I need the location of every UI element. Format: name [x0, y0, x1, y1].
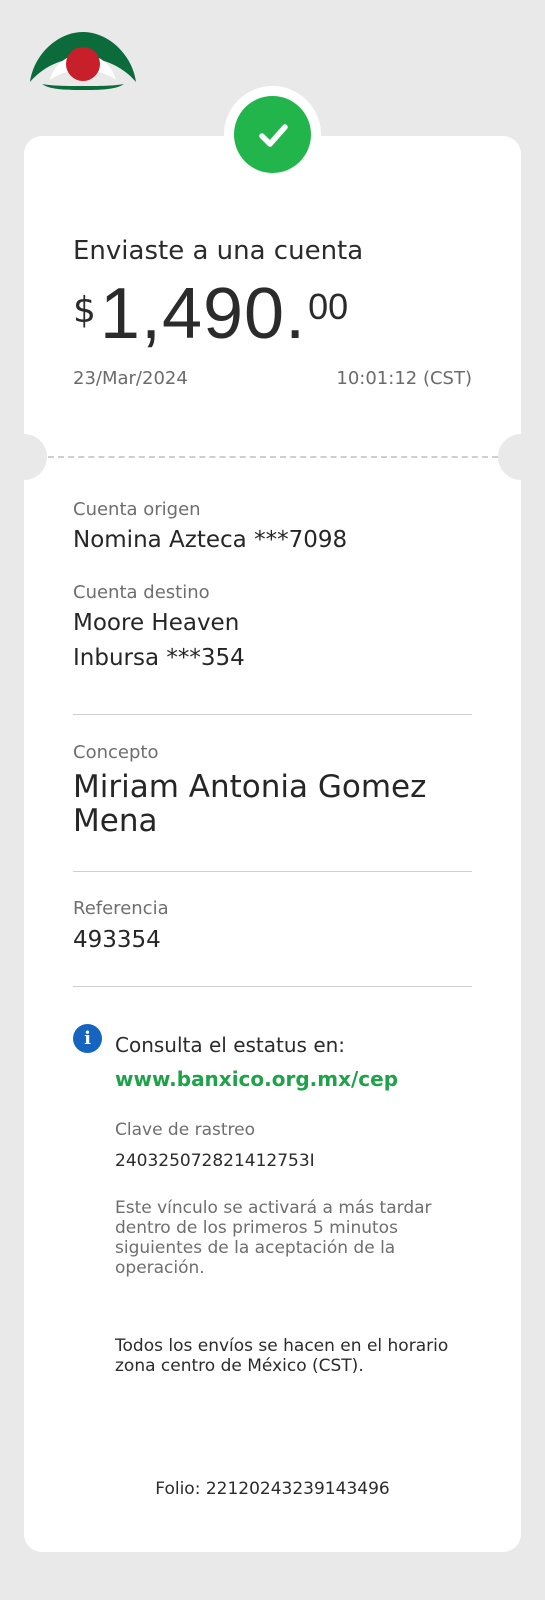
concept-label: Concepto: [73, 742, 159, 763]
currency-symbol: $: [73, 290, 96, 331]
origin-account-value: Nomina Azteca ***7098: [73, 527, 348, 553]
reference-label: Referencia: [73, 898, 169, 919]
status-consulta-text: Consulta el estatus en:: [115, 1033, 346, 1057]
origin-account-label: Cuenta origen: [73, 499, 201, 520]
tracking-key-label: Clave de rastreo: [115, 1120, 255, 1140]
amount-integer: 1,490.: [99, 274, 307, 354]
folio-number: Folio: 22120243239143496: [155, 1479, 390, 1499]
destination-account-label: Cuenta destino: [73, 582, 210, 603]
banxico-cep-link[interactable]: www.banxico.org.mx/cep: [115, 1067, 398, 1091]
ticket-notch-left: [1, 434, 47, 480]
transfer-amount: $ 1,490. 00: [73, 272, 348, 356]
divider: [73, 871, 472, 872]
tracking-key-value: 240325072821412753I: [115, 1151, 315, 1171]
destination-account-name: Moore Heaven: [73, 610, 240, 636]
bank-logo-icon: [30, 32, 136, 90]
concept-value: Miriam Antonia Gomez Mena: [73, 769, 427, 839]
ticket-divider: [48, 456, 498, 458]
reference-value: 493354: [73, 927, 161, 953]
info-icon: i: [73, 1024, 102, 1053]
ticket-notch-right: [498, 434, 544, 480]
transfer-title: Enviaste a una cuenta: [73, 236, 364, 266]
divider: [73, 714, 472, 715]
divider: [73, 986, 472, 987]
timezone-note: Todos los envíos se hacen en el horario …: [115, 1336, 449, 1376]
destination-account-number: Inbursa ***354: [73, 645, 245, 671]
checkmark-icon: [234, 96, 311, 173]
transfer-date: 23/Mar/2024: [73, 368, 188, 389]
activation-note: Este vínculo se activará a más tardar de…: [115, 1198, 432, 1278]
transfer-time: 10:01:12 (CST): [336, 368, 472, 389]
amount-decimals: 00: [308, 286, 349, 327]
